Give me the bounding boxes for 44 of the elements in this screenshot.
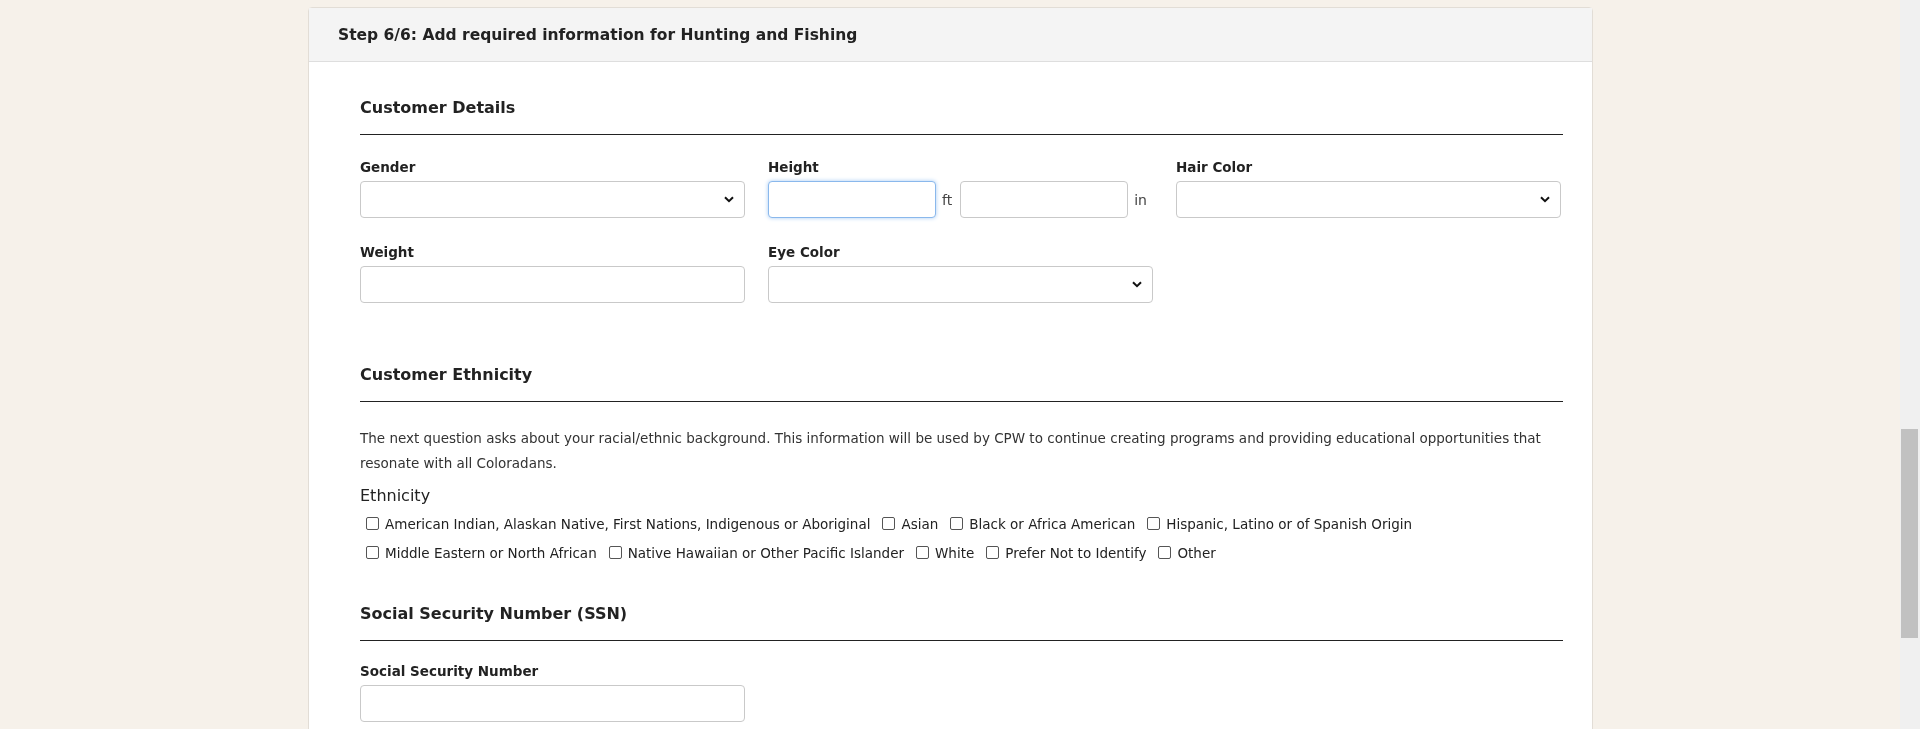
checkbox-label: Native Hawaiian or Other Pacific Islander [627, 544, 904, 561]
checkbox-label: Hispanic, Latino or of Spanish Origin [1166, 515, 1413, 532]
chevron-down-icon [724, 196, 734, 203]
step-title: Step 6/6: Add required information for Hunting and Fishing [338, 25, 858, 44]
checkbox[interactable] [366, 546, 379, 559]
checkbox[interactable] [1147, 517, 1161, 530]
checkbox-label: White [935, 544, 975, 561]
input-field[interactable] [360, 685, 745, 722]
section-heading: Social Security Number (SSN) [360, 604, 1563, 641]
section-heading: Customer Details [360, 98, 1563, 135]
group-label: Ethnicity [360, 486, 432, 506]
checkbox[interactable] [366, 517, 379, 530]
unit-label: in [1134, 191, 1147, 208]
checkbox-label: Black or Africa American [969, 515, 1136, 532]
scrollbar-thumb[interactable] [1901, 429, 1918, 638]
checkbox-label: Middle Eastern or North African [385, 544, 597, 561]
checkbox[interactable] [916, 546, 929, 559]
description-text: The next question asks about your racial/ethnic background. This information will be used by CPW to continue creating programs and providing educational opportunities that resonate with all Coloradans. [360, 429, 1542, 473]
checkbox[interactable] [882, 517, 896, 530]
checkbox-label: Prefer Not to Identify [1005, 544, 1147, 561]
checkbox-label: American Indian, Alaskan Native, First Nations, Indigenous or Aboriginal [385, 515, 871, 532]
unit-label: ft [942, 191, 953, 208]
select-field[interactable] [1176, 181, 1561, 218]
chevron-down-icon [1540, 196, 1550, 203]
input-field[interactable] [360, 266, 745, 303]
field-label: Social Security Number [360, 663, 540, 680]
field-label: Height [768, 159, 820, 176]
inches-input[interactable] [960, 181, 1129, 218]
checkbox[interactable] [1158, 546, 1172, 559]
field-label: Weight [360, 244, 415, 261]
checkbox[interactable] [950, 517, 964, 530]
select-field[interactable] [768, 266, 1153, 303]
scrollbar[interactable] [1900, 0, 1920, 729]
checkbox[interactable] [608, 546, 622, 559]
checkbox-label: Other [1177, 544, 1216, 561]
checkbox-label: Asian [901, 515, 939, 532]
feet-input[interactable] [768, 181, 936, 218]
field-label: Hair Color [1176, 159, 1254, 176]
section-heading: Customer Ethnicity [360, 365, 1563, 402]
select-field[interactable] [360, 181, 745, 218]
field-label: Eye Color [768, 244, 841, 261]
checkbox[interactable] [986, 546, 1000, 559]
chevron-down-icon [1132, 281, 1142, 288]
field-label: Gender [360, 159, 417, 176]
